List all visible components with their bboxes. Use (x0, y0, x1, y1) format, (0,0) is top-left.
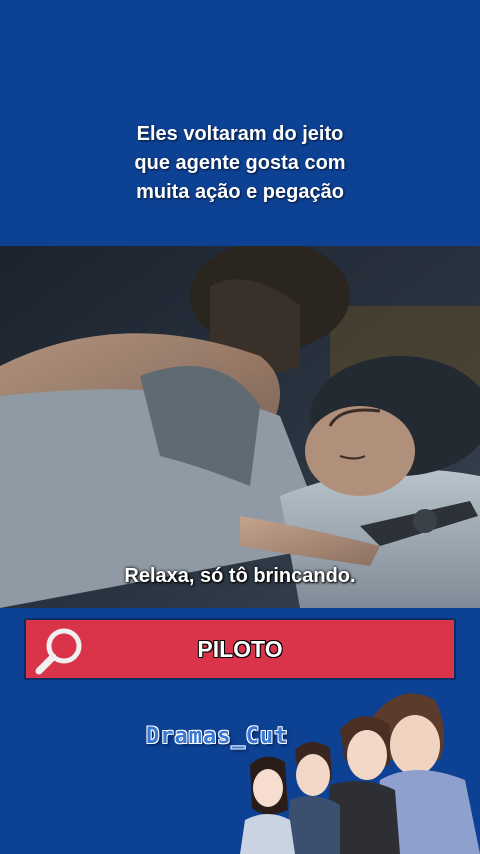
caption-line-3: muita ação e pegação (136, 181, 344, 203)
search-query: PILOTO (197, 635, 283, 662)
video-subtitle: Relaxa, só tô brincando. (124, 565, 356, 587)
caption-line-2: que agente gosta com (134, 152, 346, 174)
characters-illustration (240, 693, 480, 854)
video-scene-image (0, 246, 480, 608)
video-frame[interactable] (0, 246, 480, 608)
overlay-caption: Eles voltaram do jeito que agente gosta … (0, 120, 480, 207)
search-bar[interactable]: PILOTO (24, 618, 456, 680)
caption-line-1: Eles voltaram do jeito (136, 123, 344, 145)
